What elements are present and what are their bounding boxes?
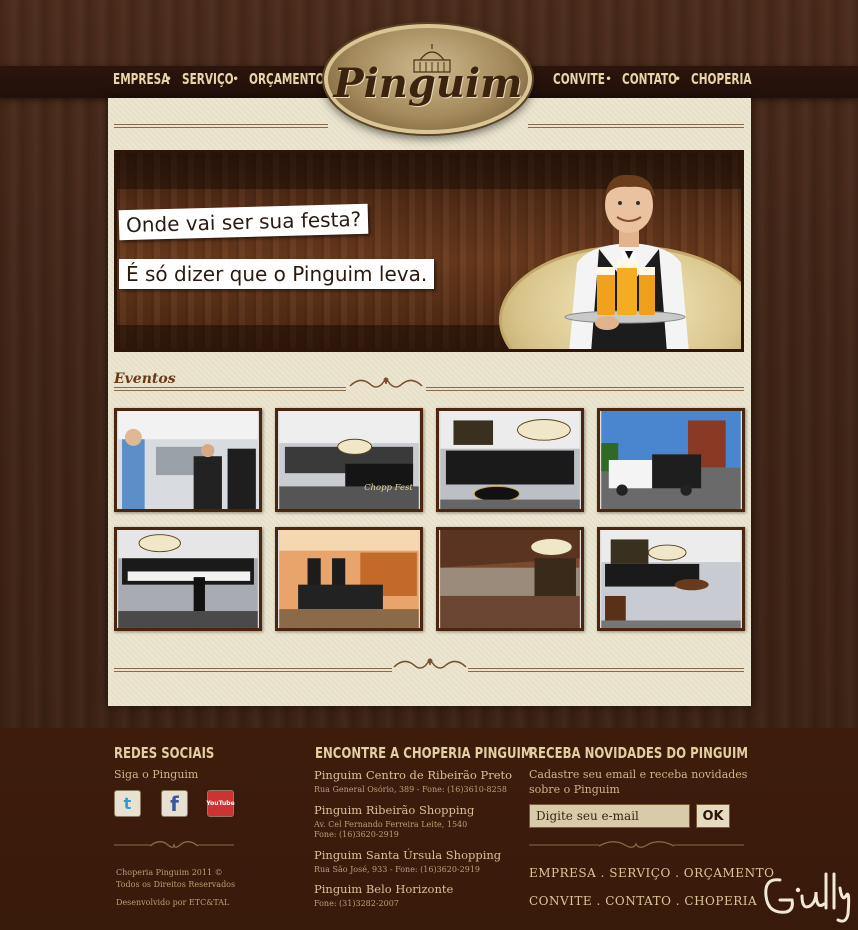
newsletter-submit-button[interactable]: OK bbox=[696, 804, 730, 828]
nav-contato[interactable]: CONTATO bbox=[622, 70, 677, 88]
footer-nav-convite[interactable]: CONVITE bbox=[529, 894, 592, 908]
footer-nav-choperia[interactable]: CHOPERIA bbox=[684, 894, 757, 908]
store-name: Pinguim Santa Úrsula Shopping bbox=[314, 848, 502, 862]
waiter-illustration bbox=[564, 174, 689, 349]
footer-nav-separator: . bbox=[675, 894, 681, 908]
gallery-thumb[interactable] bbox=[114, 408, 262, 512]
nav-separator: • bbox=[605, 72, 613, 86]
gallery-thumb[interactable] bbox=[597, 527, 745, 631]
scroll-ornament-icon bbox=[349, 377, 423, 388]
gallery-thumb[interactable] bbox=[597, 408, 745, 512]
event-photo-barrel-lounge bbox=[601, 530, 741, 628]
divider-rule bbox=[114, 387, 346, 391]
divider-rule bbox=[114, 124, 328, 128]
divider-rule bbox=[528, 124, 744, 128]
nav-right-group: CONVITE • CONTATO • CHOPERIA bbox=[553, 70, 752, 88]
gallery-thumb[interactable] bbox=[436, 527, 584, 631]
facebook-icon[interactable]: f bbox=[161, 790, 188, 817]
footer-nav-separator: . bbox=[600, 866, 605, 880]
newsletter-title: RECEBA NOVIDADES DO PINGUIM bbox=[529, 744, 748, 762]
nav-left-group: EMPRESA • SERVIÇO • ORÇAMENTO bbox=[113, 70, 329, 88]
store-phone: Fone: (31)3282-2007 bbox=[314, 899, 399, 908]
footer-nav-empresa[interactable]: EMPRESA bbox=[529, 866, 596, 880]
youtube-icon[interactable]: YouTube bbox=[206, 790, 235, 817]
scroll-ornament-icon bbox=[393, 658, 467, 669]
gallery-thumb[interactable] bbox=[436, 408, 584, 512]
newsletter-email-input[interactable] bbox=[529, 804, 690, 828]
copyright-line1: Choperia Pinguim 2011 © bbox=[116, 868, 223, 877]
newsletter-text: sobre o Pinguim bbox=[529, 783, 620, 796]
nav-servico[interactable]: SERVIÇO bbox=[182, 70, 234, 88]
svg-text:Chopp Fest: Chopp Fest bbox=[364, 482, 413, 492]
footer-nav-row2: CONVITE . CONTATO . CHOPERIA bbox=[529, 894, 757, 908]
store-name: Pinguim Centro de Ribeirão Preto bbox=[314, 768, 513, 782]
gallery-thumb[interactable]: Chopp Fest bbox=[275, 408, 423, 512]
social-subtitle: Siga o Pinguim bbox=[114, 768, 199, 781]
hero-banner: Onde vai ser sua festa? É só dizer que o… bbox=[114, 150, 744, 352]
store-address: Rua General Osório, 389 - Fone: (16)3610… bbox=[314, 785, 507, 794]
divider-rule bbox=[114, 668, 392, 672]
event-photo-orange-room bbox=[279, 530, 419, 628]
locations-title: ENCONTRE A CHOPERIA PINGUIM bbox=[315, 744, 533, 762]
event-photo-pinguim-bar bbox=[440, 411, 580, 509]
pinguim-logo[interactable]: Pinguim bbox=[324, 24, 532, 134]
copyright-line2: Todos os Direitos Reservados bbox=[116, 880, 236, 889]
nav-choperia[interactable]: CHOPERIA bbox=[691, 70, 752, 88]
building-dome-icon bbox=[413, 44, 451, 73]
store-name: Pinguim Ribeirão Shopping bbox=[314, 803, 475, 817]
scroll-ornament-icon bbox=[114, 841, 234, 848]
event-photo-staff bbox=[118, 411, 258, 509]
banner-subheadline: É só dizer que o Pinguim leva. bbox=[119, 259, 435, 289]
twitter-icon[interactable]: t bbox=[114, 790, 141, 817]
footer-nav-separator: . bbox=[675, 866, 680, 880]
social-title: REDES SOCIAIS bbox=[114, 744, 215, 762]
gallery-thumb[interactable] bbox=[114, 527, 262, 631]
divider-rule bbox=[426, 387, 744, 391]
nav-orcamento[interactable]: ORÇAMENTO bbox=[249, 70, 325, 88]
designer-signature bbox=[764, 872, 851, 923]
newsletter-text: Cadastre seu email e receba novidades bbox=[529, 768, 748, 781]
footer-nav-separator: . bbox=[596, 894, 601, 908]
scroll-ornament-icon bbox=[529, 841, 744, 848]
nav-convite[interactable]: CONVITE bbox=[553, 70, 605, 88]
event-photo-waiters-lineup bbox=[118, 530, 258, 628]
event-photo-outdoor-terrace bbox=[440, 530, 580, 628]
footer-nav-contato[interactable]: CONTATO bbox=[605, 894, 671, 908]
store-address: Rua São José, 933 - Fone: (16)3620-2919 bbox=[314, 865, 481, 874]
developer-credit[interactable]: Desenvolvido por ETC&TAL bbox=[116, 898, 229, 907]
event-photo-chopp-fest-counter: Chopp Fest bbox=[279, 411, 419, 509]
store-address: Av. Cel Fernando Ferreira Leite, 1540 bbox=[314, 820, 468, 829]
nav-empresa[interactable]: EMPRESA bbox=[113, 70, 169, 88]
events-title: Eventos bbox=[114, 371, 176, 387]
store-phone: Fone: (16)3620-2919 bbox=[314, 830, 399, 839]
divider-rule bbox=[468, 668, 744, 672]
gallery-thumb[interactable] bbox=[275, 527, 423, 631]
footer-nav-servico[interactable]: SERVIÇO bbox=[609, 866, 671, 880]
store-name: Pinguim Belo Horizonte bbox=[314, 882, 454, 896]
footer-nav-row1: EMPRESA . SERVIÇO . ORÇAMENTO bbox=[529, 866, 774, 880]
event-photo-truck bbox=[601, 411, 741, 509]
banner-headline: Onde vai ser sua festa? bbox=[118, 203, 369, 241]
